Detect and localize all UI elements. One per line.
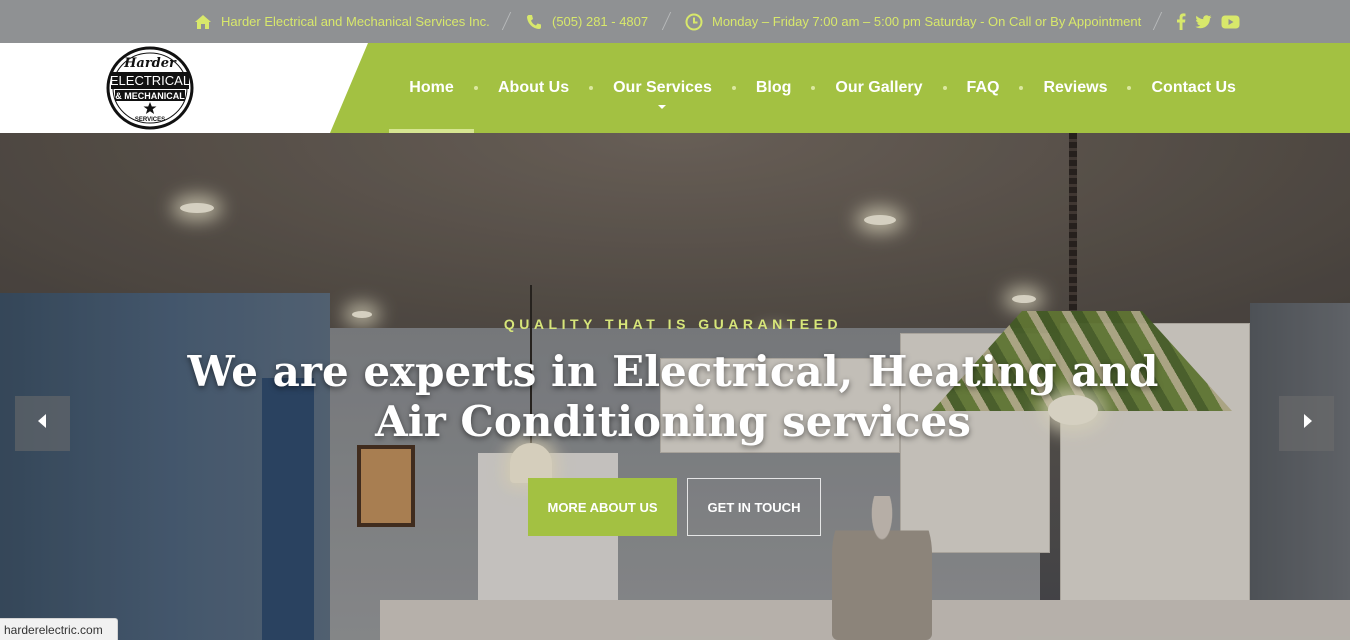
logo-line3: SERVICES bbox=[135, 117, 165, 123]
site-logo[interactable]: Harder ELECTRICAL & MECHANICAL SERVICES bbox=[105, 45, 195, 131]
get-in-touch-button[interactable]: GET IN TOUCH bbox=[687, 478, 821, 536]
nav-about-us[interactable]: About Us bbox=[478, 43, 589, 133]
phone-info[interactable]: (505) 281 - 4807 bbox=[524, 0, 648, 43]
nav-our-services[interactable]: Our Services bbox=[593, 43, 732, 133]
status-url: harderelectric.com bbox=[4, 622, 103, 637]
nav-blog[interactable]: Blog bbox=[736, 43, 812, 133]
hours-info: Monday – Friday 7:00 am – 5:00 pm Saturd… bbox=[684, 0, 1141, 43]
divider bbox=[1152, 12, 1163, 30]
slider-prev-button[interactable] bbox=[15, 396, 70, 451]
facebook-icon[interactable] bbox=[1176, 12, 1186, 32]
divider bbox=[661, 12, 672, 30]
main-navigation: Home About Us Our Services Blog Our Gall… bbox=[389, 43, 1256, 133]
nav-label: Our Services bbox=[613, 79, 712, 96]
divider bbox=[501, 12, 512, 30]
browser-status-bar: harderelectric.com bbox=[0, 618, 118, 640]
nav-contact-us[interactable]: Contact Us bbox=[1131, 43, 1255, 133]
nav-faq[interactable]: FAQ bbox=[947, 43, 1020, 133]
hero-content: QUALITY THAT IS GUARANTEED We are expert… bbox=[0, 133, 1350, 640]
nav-label: Reviews bbox=[1043, 79, 1108, 96]
company-name: Harder Electrical and Mechanical Service… bbox=[221, 14, 490, 29]
twitter-icon[interactable] bbox=[1195, 12, 1212, 32]
logo-line1: ELECTRICAL bbox=[110, 73, 190, 88]
site-header: Harder ELECTRICAL & MECHANICAL SERVICES … bbox=[0, 43, 1350, 133]
hero-tagline: QUALITY THAT IS GUARANTEED bbox=[503, 316, 843, 332]
more-about-us-button[interactable]: MORE ABOUT US bbox=[528, 478, 677, 536]
nav-reviews[interactable]: Reviews bbox=[1023, 43, 1127, 133]
slider-next-button[interactable] bbox=[1279, 396, 1334, 451]
chevron-right-icon bbox=[1302, 414, 1312, 433]
logo-line2: & MECHANICAL bbox=[115, 91, 185, 101]
nav-label: Blog bbox=[755, 79, 792, 96]
hero-headline: We are experts in Electrical, Heating an… bbox=[187, 347, 1159, 446]
nav-our-gallery[interactable]: Our Gallery bbox=[815, 43, 942, 133]
nav-label: Contact Us bbox=[1151, 79, 1236, 96]
social-links bbox=[1176, 0, 1240, 43]
chevron-left-icon bbox=[37, 414, 48, 433]
logo-script-text: Harder bbox=[123, 56, 177, 71]
company-info: Harder Electrical and Mechanical Service… bbox=[193, 0, 490, 43]
top-info-bar: Harder Electrical and Mechanical Service… bbox=[0, 0, 1350, 43]
business-hours: Monday – Friday 7:00 am – 5:00 pm Saturd… bbox=[712, 14, 1142, 29]
nav-label: Home bbox=[409, 79, 454, 96]
clock-icon bbox=[684, 12, 704, 32]
home-icon bbox=[193, 12, 213, 32]
youtube-icon[interactable] bbox=[1221, 12, 1240, 32]
phone-number[interactable]: (505) 281 - 4807 bbox=[552, 14, 648, 29]
phone-icon bbox=[524, 12, 544, 32]
nav-label: About Us bbox=[498, 79, 570, 96]
nav-label: Our Gallery bbox=[835, 79, 923, 96]
nav-label: FAQ bbox=[966, 79, 1000, 96]
nav-home[interactable]: Home bbox=[389, 43, 474, 133]
caret-down-icon bbox=[658, 105, 667, 109]
